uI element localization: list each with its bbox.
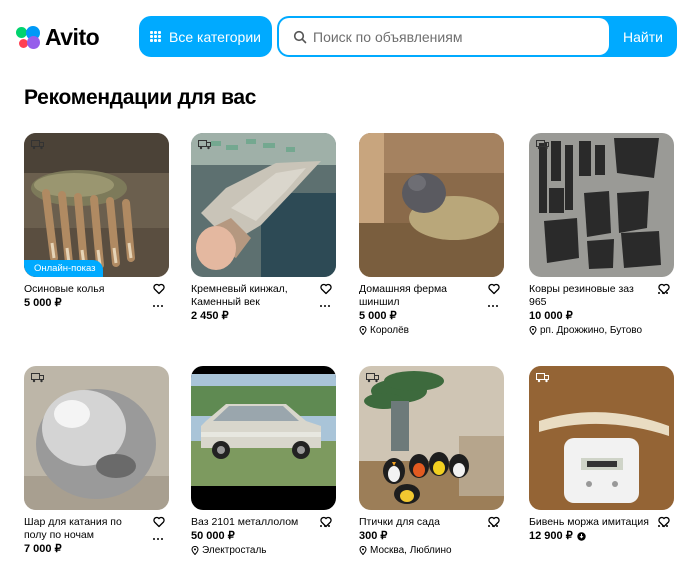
listing-title[interactable]: Осиновые колья: [24, 283, 146, 296]
listing-price: 10 000 ₽: [529, 310, 573, 322]
delivery-icon: [536, 373, 549, 383]
logo-text: Avito: [45, 24, 100, 50]
listing-price: 300 ₽: [359, 530, 388, 542]
listing-photo[interactable]: Онлайн-показ: [24, 133, 169, 277]
location-text: Москва, Люблино: [370, 545, 452, 556]
header: Avito Все категории Найти: [0, 0, 700, 72]
more-options-icon[interactable]: [488, 305, 498, 308]
search-field[interactable]: [279, 18, 609, 55]
listing-title[interactable]: Кремневый кинжал, Каменный век: [191, 283, 313, 309]
listing-price: 50 000 ₽: [191, 530, 235, 542]
listing-photo[interactable]: [529, 133, 674, 277]
search-input[interactable]: [313, 28, 593, 45]
listing-title[interactable]: Шар для катания по полу по ночам: [24, 516, 146, 542]
listing-photo[interactable]: [24, 366, 169, 510]
listing-price: 12 900 ₽: [529, 529, 674, 543]
listing-price: 5 000 ₽: [359, 310, 397, 322]
delivery-icon: [536, 140, 549, 150]
listing-photo[interactable]: [359, 366, 504, 510]
location-text: рп. Дрожжино, Бутово: [540, 325, 643, 336]
more-options-icon[interactable]: [658, 525, 668, 528]
search-icon: [293, 30, 307, 43]
listing-photo[interactable]: [359, 133, 504, 277]
listing-location: Королёв: [359, 324, 504, 337]
listing-card[interactable]: Домашняя ферма шиншил 5 000 ₽ Королёв: [359, 133, 504, 337]
section-title: Рекомендации для вас: [24, 86, 257, 109]
listing-title[interactable]: Ваз 2101 металлолом: [191, 516, 313, 529]
search-button[interactable]: Найти: [609, 16, 677, 57]
listing-location: Москва, Люблино: [359, 544, 504, 557]
favorite-heart-icon[interactable]: [488, 283, 500, 295]
listing-photo[interactable]: [191, 133, 336, 277]
location-pin-icon: [359, 326, 367, 335]
price-value: 12 900 ₽: [529, 530, 573, 542]
listing-card[interactable]: Шар для катания по полу по ночам 7 000 ₽: [24, 366, 169, 556]
listing-location: Электросталь: [191, 544, 336, 557]
favorite-heart-icon[interactable]: [320, 283, 332, 295]
search-bar: Найти: [277, 16, 677, 57]
online-viewing-tag: Онлайн-показ: [24, 260, 103, 277]
listing-title[interactable]: Бивень моржа имитация: [529, 516, 651, 529]
listing-photo[interactable]: [529, 366, 674, 510]
delivery-icon: [31, 373, 44, 383]
listing-price: 2 450 ₽: [191, 310, 229, 322]
listing-card[interactable]: Онлайн-показ Осиновые колья 5 000 ₽: [24, 133, 169, 310]
favorite-heart-icon[interactable]: [153, 283, 165, 295]
listing-price: 5 000 ₽: [24, 297, 62, 309]
favorite-heart-icon[interactable]: [153, 516, 165, 528]
delivery-icon: [31, 140, 44, 150]
more-options-icon[interactable]: [320, 525, 330, 528]
location-pin-icon: [359, 546, 367, 555]
location-text: Королёв: [370, 325, 409, 336]
delivery-icon: [198, 140, 211, 150]
listing-card[interactable]: Ваз 2101 металлолом 50 000 ₽ Электростал…: [191, 366, 336, 557]
delivery-badge-icon: [577, 531, 586, 541]
listing-photo[interactable]: [191, 366, 336, 510]
listing-title[interactable]: Домашняя ферма шиншил: [359, 283, 481, 309]
more-options-icon[interactable]: [153, 538, 163, 541]
listing-card[interactable]: Бивень моржа имитация 12 900 ₽: [529, 366, 674, 543]
all-categories-label: Все категории: [169, 28, 261, 45]
more-options-icon[interactable]: [153, 305, 163, 308]
listing-card[interactable]: Птички для сада 300 ₽ Москва, Люблино: [359, 366, 504, 557]
delivery-icon: [366, 373, 379, 383]
location-pin-icon: [191, 546, 199, 555]
logo-dots-icon: [16, 25, 42, 50]
listing-card[interactable]: Ковры резиновые заз 965 10 000 ₽ рп. Дро…: [529, 133, 674, 337]
listing-title[interactable]: Ковры резиновые заз 965: [529, 283, 651, 309]
more-options-icon[interactable]: [320, 305, 330, 308]
location-text: Электросталь: [202, 545, 267, 556]
more-options-icon[interactable]: [658, 292, 668, 295]
listing-location: рп. Дрожжино, Бутово: [529, 324, 674, 337]
more-options-icon[interactable]: [488, 525, 498, 528]
location-pin-icon: [529, 326, 537, 335]
all-categories-button[interactable]: Все категории: [139, 16, 272, 57]
avito-logo[interactable]: Avito: [16, 24, 100, 51]
listing-price: 7 000 ₽: [24, 543, 62, 555]
grid-icon: [150, 31, 161, 42]
listing-title[interactable]: Птички для сада: [359, 516, 481, 529]
listing-card[interactable]: Кремневый кинжал, Каменный век 2 450 ₽: [191, 133, 336, 323]
